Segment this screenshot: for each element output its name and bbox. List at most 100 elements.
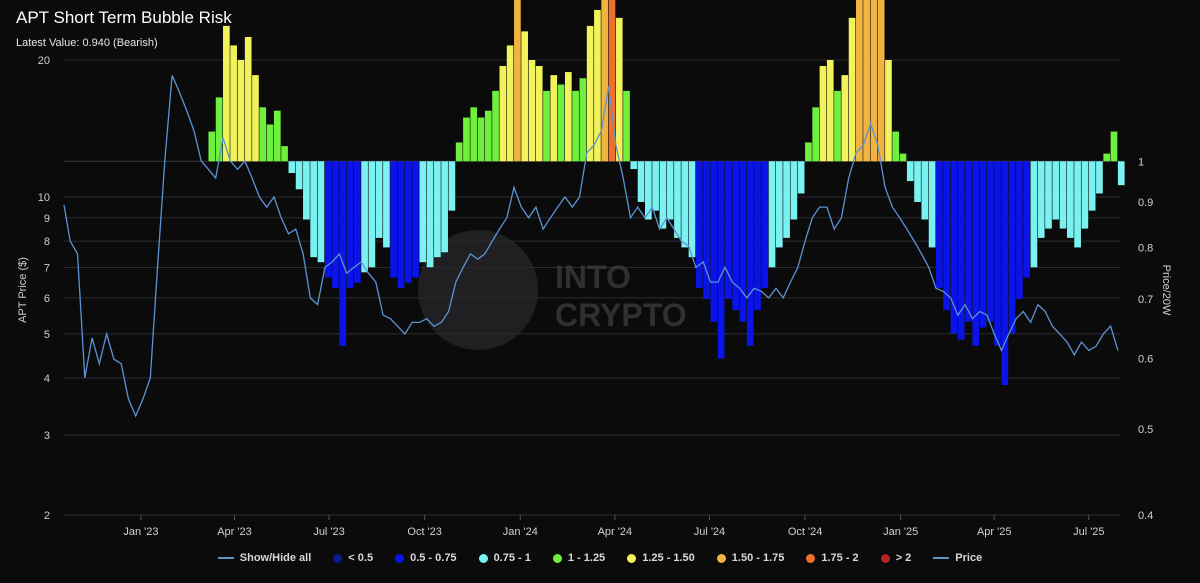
risk-bar <box>215 97 223 162</box>
risk-bar <box>688 161 696 258</box>
risk-bar <box>339 161 347 346</box>
risk-bar <box>623 90 630 162</box>
legend-item[interactable]: 1.25 - 1.50 <box>627 552 695 564</box>
risk-bar <box>564 72 572 162</box>
y-right-tick-label: 0.8 <box>1138 242 1153 254</box>
risk-bar <box>1023 161 1031 278</box>
risk-bar <box>637 161 645 202</box>
legend-label: 1.50 - 1.75 <box>731 552 785 564</box>
x-tick-label: Jan '25 <box>883 526 918 538</box>
risk-bar <box>281 146 288 162</box>
x-tick-label: Apr '24 <box>598 526 633 538</box>
legend-item[interactable]: 0.5 - 0.75 <box>395 552 457 564</box>
risk-bar <box>892 131 900 162</box>
legend-item[interactable]: Show/Hide all <box>217 552 311 564</box>
watermark: INTO CRYPTO <box>418 230 687 350</box>
risk-bar <box>1081 161 1089 229</box>
y-left-tick-label: 7 <box>44 262 50 274</box>
legend-item[interactable]: 1.50 - 1.75 <box>716 552 785 564</box>
risk-bar <box>841 75 849 162</box>
risk-bar <box>295 161 303 190</box>
y-right-tick-label: 0.6 <box>1138 353 1153 365</box>
risk-bar <box>746 161 754 346</box>
legend-item[interactable]: 1 - 1.25 <box>552 552 605 564</box>
risk-bar <box>448 161 456 211</box>
risk-bar <box>674 161 681 238</box>
risk-bar <box>666 161 674 220</box>
risk-bar <box>492 90 499 162</box>
y-right-tick-label: 0.7 <box>1138 294 1153 306</box>
risk-bar <box>615 17 623 162</box>
legend: Show/Hide all < 0.5 0.5 - 0.75 0.75 - 1 1 - … <box>0 548 1200 568</box>
x-tick-label: Jan '23 <box>123 526 158 538</box>
risk-bar <box>979 161 987 328</box>
risk-bar <box>601 0 609 162</box>
risk-bar <box>244 36 252 162</box>
risk-bar <box>921 161 929 220</box>
risk-bar <box>1052 161 1060 220</box>
risk-bar <box>463 117 470 162</box>
risk-bar <box>412 161 419 278</box>
risk-bar <box>790 161 798 220</box>
x-tick-label: Oct '24 <box>788 526 823 538</box>
risk-bar <box>1117 161 1125 186</box>
risk-bar <box>288 161 296 174</box>
legend-label: < 0.5 <box>348 552 374 564</box>
risk-bar <box>514 0 521 162</box>
legend-dot-swatch <box>395 553 405 563</box>
legend-dot-swatch <box>478 553 488 563</box>
risk-bar <box>426 161 434 268</box>
risk-bar <box>237 60 245 162</box>
risk-bar <box>317 161 325 263</box>
risk-bar <box>645 161 652 220</box>
legend-item[interactable]: < 0.5 <box>333 552 373 564</box>
risk-bar <box>208 131 216 162</box>
risk-bar <box>717 161 725 359</box>
legend-dot-swatch <box>333 553 343 563</box>
x-tick-label: Oct '23 <box>407 526 442 538</box>
legend-item[interactable]: Price <box>933 552 982 564</box>
risk-bar <box>1110 131 1118 162</box>
risk-bar <box>1088 161 1096 211</box>
risk-bar <box>652 161 659 211</box>
risk-bar <box>943 161 950 311</box>
legend-item[interactable]: 0.75 - 1 <box>478 552 531 564</box>
risk-bar <box>848 17 856 162</box>
right-axis-ticks: 1 0.9 0.8 0.7 0.6 0.5 0.4 <box>1138 156 1153 522</box>
risk-bar <box>368 161 376 268</box>
y-right-axis-title: Price/20W <box>1160 265 1172 316</box>
risk-bar <box>885 60 892 162</box>
risk-bar <box>877 0 885 162</box>
x-tick-label: Jul '23 <box>313 526 344 538</box>
legend-item[interactable]: 1.75 - 2 <box>806 552 859 564</box>
risk-bar <box>441 161 448 253</box>
y-left-tick-label: 2 <box>44 510 50 522</box>
x-tick-label: Jan '24 <box>503 526 538 538</box>
y-right-tick-label: 1 <box>1138 156 1144 168</box>
risk-bar <box>535 65 543 162</box>
risk-bar <box>557 84 565 162</box>
risk-bar <box>361 161 368 273</box>
legend-label: 0.5 - 0.75 <box>410 552 457 564</box>
risk-bar <box>259 107 267 162</box>
legend-item[interactable]: > 2 <box>880 552 911 564</box>
risk-bar <box>1001 161 1009 386</box>
risk-bar <box>310 161 318 258</box>
y-left-tick-label: 9 <box>44 213 50 225</box>
y-right-tick-label: 0.5 <box>1138 424 1153 436</box>
y-right-tick-label: 0.9 <box>1138 197 1153 209</box>
risk-bar <box>434 161 441 258</box>
y-left-axis-title: APT Price ($) <box>17 257 29 323</box>
y-left-tick-label: 6 <box>44 293 50 305</box>
risk-bar <box>754 161 761 311</box>
risk-bar <box>739 161 747 322</box>
y-left-tick-label: 3 <box>44 430 50 442</box>
risk-bar <box>252 75 259 162</box>
risk-bar <box>710 161 718 322</box>
risk-bar <box>273 110 281 162</box>
risk-bar <box>470 107 478 162</box>
risk-bar <box>914 161 921 202</box>
risk-bar <box>965 161 972 322</box>
risk-bar <box>870 0 878 162</box>
risk-bar <box>899 153 907 162</box>
